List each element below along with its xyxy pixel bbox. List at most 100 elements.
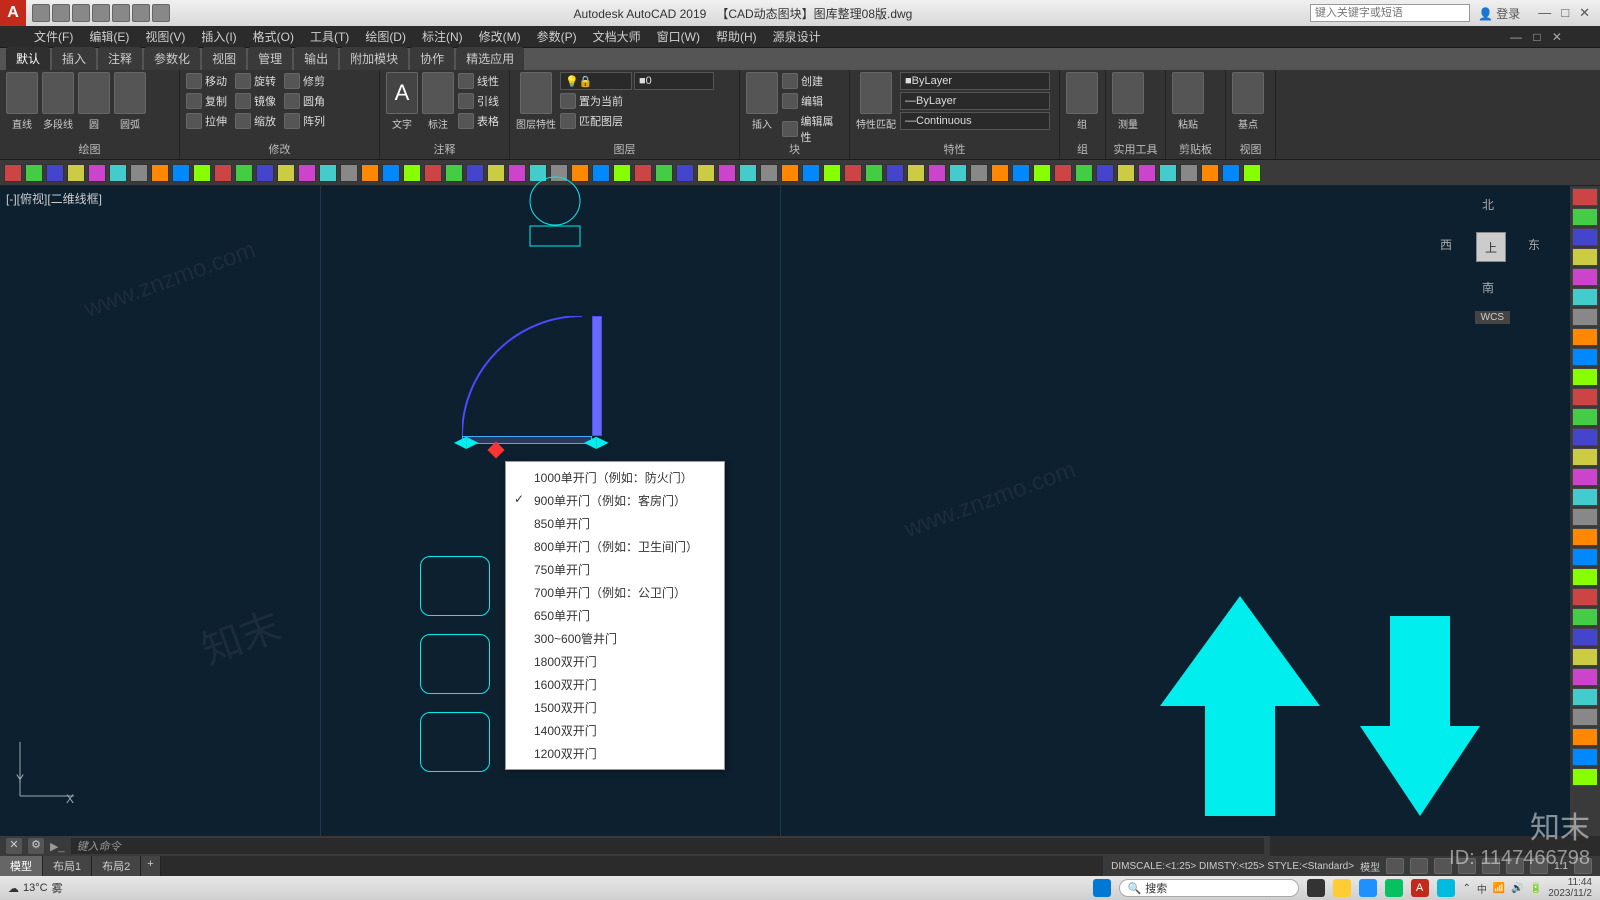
palette-icon[interactable] [1572,368,1598,386]
palette-icon[interactable] [1572,588,1598,606]
toolstrip-icon[interactable] [1054,164,1072,182]
toolstrip-icon[interactable] [1033,164,1051,182]
layer-match[interactable]: 匹配图层 [560,112,714,130]
layer-make-current[interactable]: 置为当前 [560,92,714,110]
weather-widget[interactable]: ☁ 13°C 雾 [8,880,63,896]
command-input[interactable]: 键入命令 [71,838,1264,854]
menu-item[interactable]: 标注(N) [422,28,463,45]
palette-icon[interactable] [1572,648,1598,666]
toolstrip-icon[interactable] [1159,164,1177,182]
toolstrip-icon[interactable] [424,164,442,182]
annot-tool[interactable]: 表格 [458,112,499,130]
toolstrip-icon[interactable] [67,164,85,182]
toolstrip-icon[interactable] [1180,164,1198,182]
color-combo[interactable]: ■ ByLayer [900,72,1050,90]
toolstrip-icon[interactable] [802,164,820,182]
toolstrip-icon[interactable] [949,164,967,182]
layer-combo[interactable]: ■ 0 [634,72,714,90]
popup-option[interactable]: 850单开门 [506,512,724,535]
menu-item[interactable]: 文档大师 [593,28,641,45]
command-line[interactable]: ✕ ⚙ ▶_ 键入命令 [0,836,1270,856]
qat-plot-icon[interactable] [112,4,130,22]
grid-toggle-icon[interactable] [1386,858,1404,874]
popup-option[interactable]: 1000单开门（例如：防火门） [506,466,724,489]
toolstrip-icon[interactable] [466,164,484,182]
menu-item[interactable]: 格式(O) [253,28,294,45]
toolstrip-icon[interactable] [1075,164,1093,182]
toolstrip-icon[interactable] [739,164,757,182]
menu-item[interactable]: 参数(P) [537,28,577,45]
popup-option[interactable]: 900单开门（例如：客房门） [506,489,724,512]
toolstrip-icon[interactable] [592,164,610,182]
layout-tab[interactable]: 布局2 [92,856,141,876]
palette-icon[interactable] [1572,668,1598,686]
palette-icon[interactable] [1572,708,1598,726]
ribbon-tab[interactable]: 默认 [6,47,50,70]
qat-undo-icon[interactable] [132,4,150,22]
palette-icon[interactable] [1572,228,1598,246]
popup-option[interactable]: 1200双开门 [506,742,724,765]
block-tool[interactable]: 编辑 [782,92,843,110]
volume-icon[interactable]: 🔊 [1511,883,1523,894]
popup-option[interactable]: 1400双开门 [506,719,724,742]
edge-icon[interactable] [1359,879,1377,897]
maximize-icon[interactable]: □ [1561,5,1569,21]
block-tool[interactable]: 创建 [782,72,843,90]
palette-icon[interactable] [1572,188,1598,206]
popup-option[interactable]: 700单开门（例如：公卫门） [506,581,724,604]
toolstrip-icon[interactable] [781,164,799,182]
ribbon-tab[interactable]: 输出 [294,47,338,70]
qat-new-icon[interactable] [32,4,50,22]
toolstrip-icon[interactable] [151,164,169,182]
wcs-label[interactable]: WCS [1475,311,1510,324]
modify-tool[interactable]: 旋转 [235,72,276,90]
taskview-icon[interactable] [1307,879,1325,897]
tray-chevron-icon[interactable]: ⌃ [1463,883,1471,894]
layout-tab[interactable]: 布局1 [43,856,92,876]
palette-icon[interactable] [1572,468,1598,486]
toolstrip-icon[interactable] [256,164,274,182]
modify-tool[interactable]: 移动 [186,72,227,90]
toolstrip-icon[interactable] [487,164,505,182]
toolstrip-icon[interactable] [214,164,232,182]
modify-tool[interactable]: 圆角 [284,92,325,110]
linetype-combo[interactable]: — Continuous [900,112,1050,130]
palette-icon[interactable] [1572,768,1598,786]
toolstrip-icon[interactable] [319,164,337,182]
tool-palette[interactable] [1570,186,1600,836]
menu-item[interactable]: 文件(F) [34,28,73,45]
ribbon-tab[interactable]: 插入 [52,47,96,70]
menu-item[interactable]: 插入(I) [201,28,236,45]
menu-item[interactable]: 修改(M) [479,28,521,45]
toolstrip-icon[interactable] [823,164,841,182]
lineweight-combo[interactable]: — ByLayer [900,92,1050,110]
annot-tool[interactable]: 引线 [458,92,499,110]
palette-icon[interactable] [1572,408,1598,426]
toolstrip-icon[interactable] [445,164,463,182]
app-logo[interactable]: A [0,0,26,26]
toolstrip-icon[interactable] [844,164,862,182]
palette-icon[interactable] [1572,288,1598,306]
qat-open-icon[interactable] [52,4,70,22]
toolstrip-icon[interactable] [1243,164,1261,182]
toolstrip-icon[interactable] [655,164,673,182]
doc-window-controls[interactable]: — □ ✕ [1510,30,1566,44]
popup-option[interactable]: 1500双开门 [506,696,724,719]
toolstrip-icon[interactable] [193,164,211,182]
palette-icon[interactable] [1572,728,1598,746]
palette-icon[interactable] [1572,568,1598,586]
toolstrip-icon[interactable] [277,164,295,182]
toolstrip-icon[interactable] [697,164,715,182]
palette-icon[interactable] [1572,528,1598,546]
toolstrip-icon[interactable] [403,164,421,182]
ribbon-tab[interactable]: 参数化 [144,47,200,70]
toolstrip-icon[interactable] [865,164,883,182]
viewport-label[interactable]: [-][俯视][二维线框] [6,190,102,207]
menu-item[interactable]: 绘图(D) [365,28,406,45]
toolstrip-icon[interactable] [928,164,946,182]
explorer-icon[interactable] [1333,879,1351,897]
toolstrip-icon[interactable] [613,164,631,182]
add-layout-button[interactable]: + [141,856,160,876]
menu-item[interactable]: 帮助(H) [716,28,757,45]
minimize-icon[interactable]: — [1538,5,1551,21]
